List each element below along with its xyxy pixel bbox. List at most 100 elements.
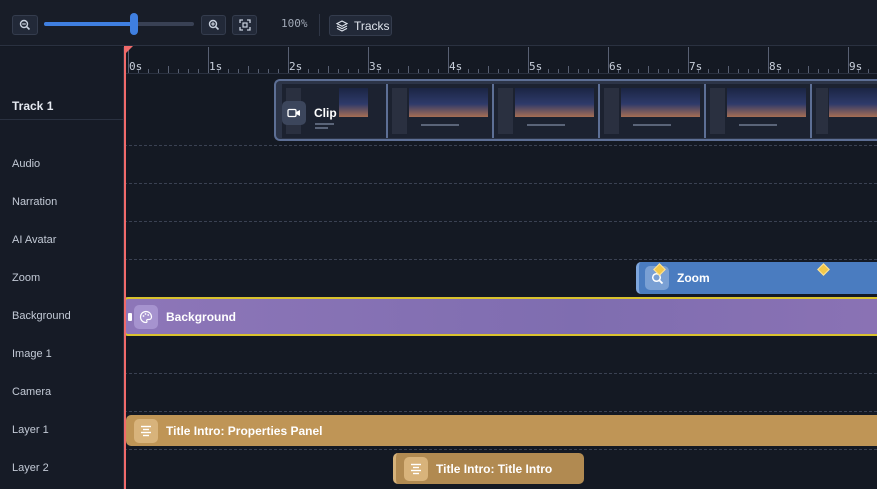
ruler-tick — [558, 69, 559, 73]
ruler-tick — [788, 69, 789, 73]
tracks-button[interactable]: Tracks — [329, 15, 392, 36]
ruler-label: 9s — [849, 60, 863, 73]
clip-thumbnail — [388, 84, 494, 138]
ruler-tick — [278, 69, 279, 73]
lane-divider — [124, 373, 877, 374]
ruler-tick — [748, 69, 749, 73]
ruler-tick — [658, 69, 659, 73]
zoom-slider[interactable] — [44, 22, 194, 26]
ruler-tick — [388, 69, 389, 73]
ruler-tick — [508, 69, 509, 73]
zoom-clip-label: Zoom — [677, 271, 710, 285]
header-divider — [0, 119, 124, 120]
ruler-tick — [708, 69, 709, 73]
lane-divider — [124, 449, 877, 450]
time-ruler[interactable]: 0s 1s 2s 3s 4s 5s 6s 7s 8s 9s — [124, 47, 877, 74]
ruler-tick — [148, 69, 149, 73]
track-label-zoom[interactable]: Zoom — [12, 272, 40, 284]
title-intro-title-clip[interactable]: Title Intro: Title Intro — [393, 453, 584, 484]
zoom-slider-thumb[interactable] — [130, 13, 138, 35]
video-clip-label: Clip — [314, 106, 337, 120]
track-label-narration[interactable]: Narration — [12, 196, 57, 208]
zoom-out-icon — [19, 19, 31, 31]
ruler-tick — [798, 69, 799, 73]
lane-divider — [124, 183, 877, 184]
ruler-label: 0s — [129, 60, 143, 73]
ruler-tick — [438, 69, 439, 73]
ruler-tick — [498, 69, 499, 73]
background-clip[interactable]: Background — [124, 297, 877, 336]
ruler-label: 7s — [689, 60, 703, 73]
timeline-toolbar: 100% Tracks — [0, 0, 877, 46]
ruler-tick — [868, 69, 869, 73]
trim-handle[interactable] — [128, 313, 132, 321]
video-clip[interactable]: Clip — [274, 79, 877, 141]
ruler-tick — [258, 69, 259, 73]
video-clip-label-group: Clip — [282, 101, 337, 125]
clip-thumbnail — [600, 84, 706, 138]
zoom-clip[interactable]: Zoom — [636, 262, 877, 294]
ruler-tick — [268, 69, 269, 73]
ruler-tick — [758, 69, 759, 73]
track-label-ai-avatar[interactable]: AI Avatar — [12, 234, 56, 246]
ruler-tick — [188, 69, 189, 73]
ruler-tick — [318, 69, 319, 73]
ruler-label: 3s — [369, 60, 383, 73]
ruler-tick — [198, 69, 199, 73]
ruler-tick — [398, 69, 399, 73]
ruler-tick — [248, 66, 249, 73]
title-clip-label: Title Intro: Properties Panel — [166, 423, 323, 438]
ruler-tick — [408, 66, 409, 73]
clip-thumbnail — [494, 84, 600, 138]
ruler-tick — [738, 69, 739, 73]
ruler-tick — [338, 69, 339, 73]
track-label-camera[interactable]: Camera — [12, 386, 51, 398]
track-label-background[interactable]: Background — [12, 310, 71, 322]
ruler-tick — [518, 69, 519, 73]
zoom-slider-fill — [44, 22, 134, 26]
toolbar-divider — [319, 14, 320, 36]
zoom-level-readout: 100% — [281, 17, 308, 30]
lane-divider — [124, 221, 877, 222]
zoom-out-button[interactable] — [12, 15, 38, 35]
playhead-handle[interactable] — [124, 46, 133, 55]
ruler-tick — [578, 69, 579, 73]
title-intro-properties-clip[interactable]: Title Intro: Properties Panel — [126, 415, 877, 446]
ruler-tick — [178, 69, 179, 73]
ruler-tick — [828, 69, 829, 73]
fit-to-screen-button[interactable] — [232, 15, 257, 35]
ruler-tick — [168, 66, 169, 73]
ruler-label: 6s — [609, 60, 623, 73]
layers-icon — [336, 19, 348, 32]
ruler-tick — [568, 66, 569, 73]
ruler-tick — [158, 69, 159, 73]
lane-divider — [124, 411, 877, 412]
clip-thumbnail — [706, 84, 812, 138]
ruler-tick — [428, 69, 429, 73]
track-label-layer-2[interactable]: Layer 2 — [12, 462, 49, 474]
track-label-image-1[interactable]: Image 1 — [12, 348, 52, 360]
ruler-tick — [668, 69, 669, 73]
track-header-column: Track 1 Audio Narration AI Avatar Zoom B… — [0, 47, 124, 489]
background-clip-label: Background — [166, 309, 237, 324]
palette-icon — [134, 304, 158, 329]
ruler-tick — [728, 66, 729, 73]
track-label-track-1[interactable]: Track 1 — [12, 99, 53, 113]
ruler-tick — [328, 66, 329, 73]
ruler-label: 1s — [209, 60, 223, 73]
track-label-layer-1[interactable]: Layer 1 — [12, 424, 49, 436]
ruler-tick — [818, 69, 819, 73]
ruler-tick — [718, 69, 719, 73]
ruler-tick — [358, 69, 359, 73]
ruler-tick — [228, 69, 229, 73]
align-center-icon — [404, 456, 428, 481]
ruler-tick — [648, 66, 649, 73]
zoom-in-button[interactable] — [201, 15, 226, 35]
title-clip-label: Title Intro: Title Intro — [436, 461, 553, 476]
ruler-tick — [548, 69, 549, 73]
video-camera-icon — [282, 101, 306, 125]
track-label-audio[interactable]: Audio — [12, 158, 40, 170]
lane-divider — [124, 145, 877, 146]
ruler-label: 8s — [769, 60, 783, 73]
playhead[interactable] — [124, 52, 126, 489]
